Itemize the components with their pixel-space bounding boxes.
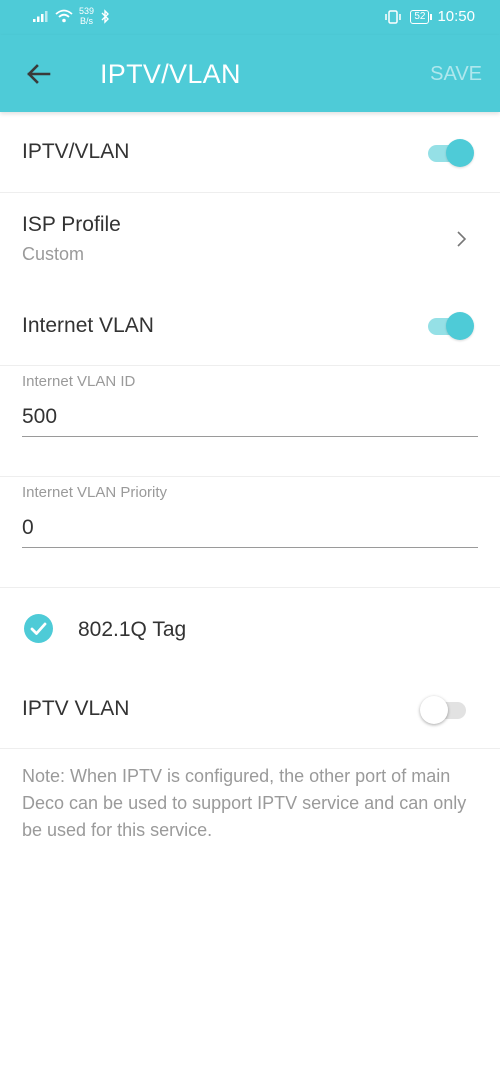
status-bar: 539 B/s 52 10:50 — [0, 0, 500, 35]
chevron-right-icon — [457, 231, 467, 247]
page-title: IPTV/VLAN — [100, 59, 241, 89]
isp-profile-value: Custom — [22, 244, 85, 264]
iptv-vlan-toggle[interactable] — [420, 694, 468, 724]
bluetooth-icon — [101, 8, 110, 24]
internet-vlan-label: Internet VLAN — [22, 314, 154, 337]
tag-8021q-label: 802.1Q Tag — [78, 618, 187, 641]
internet-vlan-toggle[interactable] — [426, 310, 474, 340]
wifi-icon — [55, 9, 73, 23]
status-time: 10:50 — [437, 8, 475, 25]
status-left: 539 B/s — [33, 6, 110, 26]
iptv-vlan-row: IPTV VLAN — [0, 668, 500, 748]
iptv-vlan-master-toggle[interactable] — [426, 137, 474, 167]
battery-indicator: 52 — [410, 9, 433, 24]
save-button[interactable]: SAVE — [430, 63, 482, 86]
iptv-vlan-label: IPTV VLAN — [22, 697, 130, 720]
divider — [0, 476, 500, 477]
internet-vlan-priority-label: Internet VLAN Priority — [22, 484, 168, 501]
iptv-note: Note: When IPTV is configured, the other… — [22, 766, 467, 840]
divider — [0, 365, 500, 366]
back-button[interactable] — [22, 57, 56, 91]
network-speed-unit: B/s — [80, 16, 94, 26]
toggle-knob — [446, 139, 474, 167]
internet-vlan-row: Internet VLAN — [0, 290, 500, 365]
internet-vlan-id-input[interactable] — [22, 397, 478, 437]
status-right: 52 10:50 — [384, 8, 475, 25]
checkmark-icon — [30, 622, 47, 635]
signal-icon — [33, 11, 48, 22]
isp-profile-label: ISP Profile — [22, 213, 121, 236]
iptv-vlan-master-label: IPTV/VLAN — [22, 140, 130, 163]
isp-profile-row[interactable]: ISP Profile Custom — [0, 193, 500, 289]
iptv-vlan-master-row: IPTV/VLAN — [0, 112, 500, 192]
tag-8021q-checkbox[interactable] — [24, 614, 53, 643]
internet-vlan-priority-input[interactable] — [22, 508, 478, 548]
vibrate-icon — [385, 9, 402, 24]
internet-vlan-id-label: Internet VLAN ID — [22, 373, 136, 390]
toggle-knob — [420, 696, 448, 724]
app-bar: IPTV/VLAN SAVE — [0, 35, 500, 112]
network-speed: 539 B/s — [79, 6, 94, 26]
toggle-knob — [446, 312, 474, 340]
tag-8021q-row: 802.1Q Tag — [0, 588, 500, 668]
divider — [0, 748, 500, 749]
network-speed-value: 539 — [79, 6, 95, 16]
arrow-left-icon — [27, 64, 51, 84]
